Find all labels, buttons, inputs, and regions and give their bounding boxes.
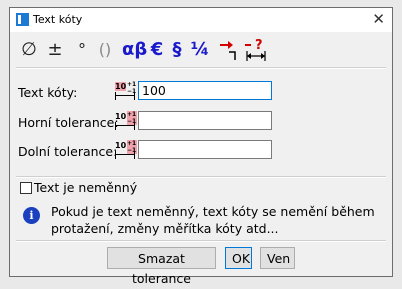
plus-minus-button[interactable]: ± xyxy=(45,36,65,64)
clear-tolerance-button[interactable]: Smazat tolerance xyxy=(107,247,216,286)
icon-tol: +1 −1 xyxy=(127,111,137,125)
title-bar: Text kóty ✕ xyxy=(10,8,392,32)
form-divider xyxy=(16,176,386,178)
text-input[interactable]: 100 xyxy=(138,81,272,100)
window-title: Text kóty xyxy=(33,13,83,26)
icon-tol: +1 −1 xyxy=(127,140,137,154)
toolbar-divider xyxy=(16,67,386,69)
help-arrows-icon[interactable]: ? xyxy=(243,37,269,63)
dialog-window: Text kóty ✕ ∅ ± ° () αβ € § ¼ ? Text kót… xyxy=(9,7,393,286)
diameter-button[interactable]: ∅ xyxy=(19,36,39,64)
fixed-text-checkbox[interactable] xyxy=(20,182,32,194)
text-label: Text kóty: xyxy=(18,85,78,100)
icon-tol: +1 −1 xyxy=(127,81,137,95)
greek-button[interactable]: αβ xyxy=(122,36,147,64)
info-icon: i xyxy=(23,207,40,224)
icon-number: 10 xyxy=(115,82,127,91)
upper-tolerance-label: Horní tolerance: xyxy=(18,115,119,130)
svg-text:?: ? xyxy=(255,38,263,53)
lower-tolerance-icon: 10 +1 −1 xyxy=(115,140,137,161)
info-text: Pokud je text neměnný, text kóty se nemě… xyxy=(51,204,375,236)
icon-number: 10 xyxy=(115,141,127,150)
degree-button[interactable]: ° xyxy=(75,36,89,64)
euro-button[interactable]: € xyxy=(148,36,166,64)
exit-button[interactable]: Ven xyxy=(260,247,295,269)
ok-button[interactable]: OK xyxy=(225,247,252,269)
close-icon[interactable]: ✕ xyxy=(372,10,385,28)
upper-tolerance-icon: 10 +1 −1 xyxy=(115,111,137,132)
button-divider xyxy=(16,240,386,242)
lower-tolerance-input[interactable] xyxy=(138,140,272,159)
fraction-button[interactable]: ¼ xyxy=(190,36,210,64)
arrow-position-icon[interactable] xyxy=(217,39,241,61)
lower-tolerance-label: Dolní tolerance: xyxy=(18,144,118,159)
parentheses-button[interactable]: () xyxy=(95,36,115,64)
app-icon xyxy=(16,13,29,26)
symbol-toolbar: ∅ ± ° () αβ € § ¼ ? xyxy=(15,36,387,64)
dimension-text-icon: 10 +1 −1 xyxy=(115,81,137,102)
icon-number: 10 xyxy=(115,112,127,121)
section-button[interactable]: § xyxy=(168,36,186,64)
fixed-text-label[interactable]: Text je neměnný xyxy=(34,180,137,195)
upper-tolerance-input[interactable] xyxy=(138,111,272,130)
